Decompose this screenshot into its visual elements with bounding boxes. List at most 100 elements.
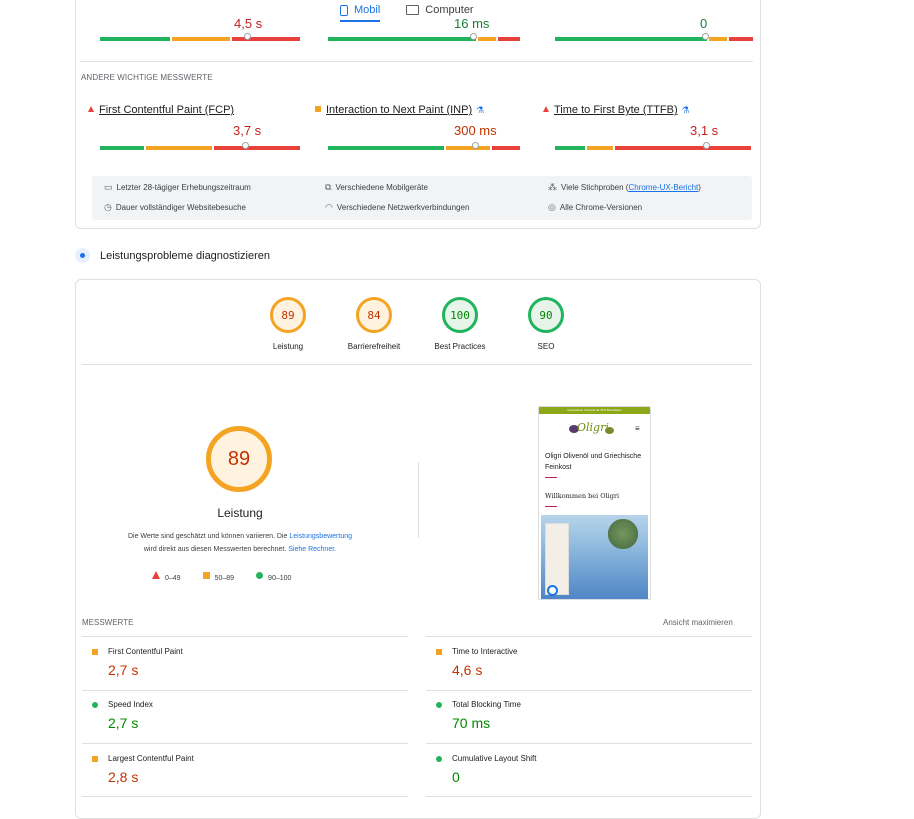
distribution-bar [100,146,302,150]
olive-branch-graphic [603,519,643,549]
divider [545,477,557,478]
divider [418,462,419,538]
metric-first-contentful-paint: First Contentful Paint 2,7 s [92,647,412,678]
divider [82,743,408,744]
chrome-icon: ◎ [548,202,556,212]
calendar-icon: ▭ [104,182,113,192]
poor-triangle-icon [543,106,549,112]
performance-score-link[interactable]: Leistungsbewertung [289,533,352,540]
versions-text: Alle Chrome-Versionen [559,203,643,212]
distribution-bar [555,146,753,150]
flask-icon[interactable]: ⚗ [476,105,484,115]
score-label-best-practices: Best Practices [434,342,486,351]
page-screenshot-preview: Kostenloser Versand ab 30 € Bestellwert … [538,406,651,600]
score-label-accessibility: Barrierefreiheit [347,342,401,351]
devices-text: Verschiedene Mobilgeräte [335,183,428,192]
good-circle-icon [256,571,264,579]
average-square-icon [436,648,442,655]
score-disclaimer: Die Werte sind geschätzt und können vari… [127,533,352,553]
average-square-icon [202,571,210,579]
metric-largest-contentful-paint: Largest Contentful Paint 2,8 s [92,754,412,785]
period-text: Letzter 28-tägiger Erhebungszeitraum [116,183,251,192]
good-circle-icon [436,701,442,708]
score-gauge-best-practices[interactable]: 100 [442,297,478,333]
score-legend: 0–49 50–89 90–100 [152,571,291,582]
preview-welcome: Willkommen bei Oligri [545,492,620,500]
metrics-heading: MESSWERTE [82,618,134,627]
distribution-bar [328,37,522,41]
crux-report-link[interactable]: Chrome-UX-Bericht [628,183,698,192]
score-gauge-seo[interactable]: 90 [528,297,564,333]
metric-total-blocking-time: Total Blocking Time 70 ms [436,700,756,731]
metric-time-to-interactive: Time to Interactive 4,6 s [436,647,756,678]
chat-icon [547,585,558,596]
distribution-bar [555,37,755,41]
percentile-marker [702,33,709,40]
divider [545,506,557,507]
metric-speed-index: Speed Index 2,7 s [92,700,412,731]
expand-view-button[interactable]: Ansicht maximieren [663,618,733,627]
flask-icon[interactable]: ⚗ [682,105,690,115]
performance-big-gauge: 89 [206,426,272,492]
percentile-marker [244,33,251,40]
percentile-marker [470,33,477,40]
devices-icon: ⧉ [325,182,332,192]
fcp-link[interactable]: First Contentful Paint (FCP) [99,104,234,116]
metric-cumulative-layout-shift: Cumulative Layout Shift 0 [436,754,756,785]
percentile-marker [472,142,479,149]
fcp-value: 3,7 s [233,123,262,138]
network-text: Verschiedene Netzwerkverbindungen [336,203,470,212]
collection-info-box: ▭ Letzter 28-tägiger Erhebungszeitraum ⧉ V… [92,176,752,220]
timer-icon: ◷ [104,202,112,212]
lcp-value: 4,5 s [234,16,263,31]
ttfb-value: 3,1 s [690,123,719,138]
lighthouse-icon [75,248,90,263]
score-label-seo: SEO [537,342,555,351]
inp-link[interactable]: Interaction to Next Paint (INP) [326,104,472,116]
score-gauge-performance[interactable]: 89 [270,297,306,333]
divider [426,743,752,744]
olive-graphic [605,427,614,434]
calculator-link[interactable]: Siehe Rechner. [288,546,336,553]
inp-top-value: 16 ms [454,16,490,31]
users-icon: ⁂ [548,182,557,192]
average-square-icon [92,648,98,655]
good-circle-icon [92,701,98,708]
metric-fcp: First Contentful Paint (FCP) [88,104,234,116]
average-square-icon [92,755,98,762]
duration-text: Dauer vollständiger Websitebesuche [115,203,247,212]
divider [426,636,752,637]
poor-triangle-icon [152,571,160,579]
preview-heading: Oligri Olivenöl und Griechische Feinkost [545,453,642,471]
preview-banner: Kostenloser Versand ab 30 € Bestellwert [539,407,650,414]
percentile-marker [242,142,249,149]
bottle-graphic [545,523,569,595]
metric-inp: Interaction to Next Paint (INP) ⚗ [315,104,484,116]
other-metrics-heading: ANDERE WICHTIGE MESSWERTE [81,73,213,82]
performance-title: Leistung [217,506,263,520]
average-square-icon [315,106,321,112]
divider [82,364,752,365]
divider [426,690,752,691]
score-label-performance: Leistung [272,342,304,351]
percentile-marker [703,142,710,149]
hamburger-icon: ≡ [635,424,640,433]
distribution-bar [328,146,522,150]
cls-value: 0 [700,16,708,31]
wifi-icon: ◠ [325,202,333,212]
preview-logo: Oligri [577,421,609,434]
divider [80,61,753,62]
ttfb-link[interactable]: Time to First Byte (TTFB) [554,104,678,116]
divider [82,690,408,691]
poor-triangle-icon [88,106,94,112]
good-circle-icon [436,755,442,762]
diagnose-heading: Leistungsprobleme diagnostizieren [75,248,270,263]
diagnose-title: Leistungsprobleme diagnostizieren [100,249,270,262]
divider [82,636,408,637]
divider [82,796,408,797]
inp-value: 300 ms [454,123,497,138]
metric-ttfb: Time to First Byte (TTFB) ⚗ [543,104,690,116]
score-gauge-accessibility[interactable]: 84 [356,297,392,333]
samples-text: Viele Stichproben (Chrome-UX-Bericht) [561,183,701,192]
divider [426,796,752,797]
